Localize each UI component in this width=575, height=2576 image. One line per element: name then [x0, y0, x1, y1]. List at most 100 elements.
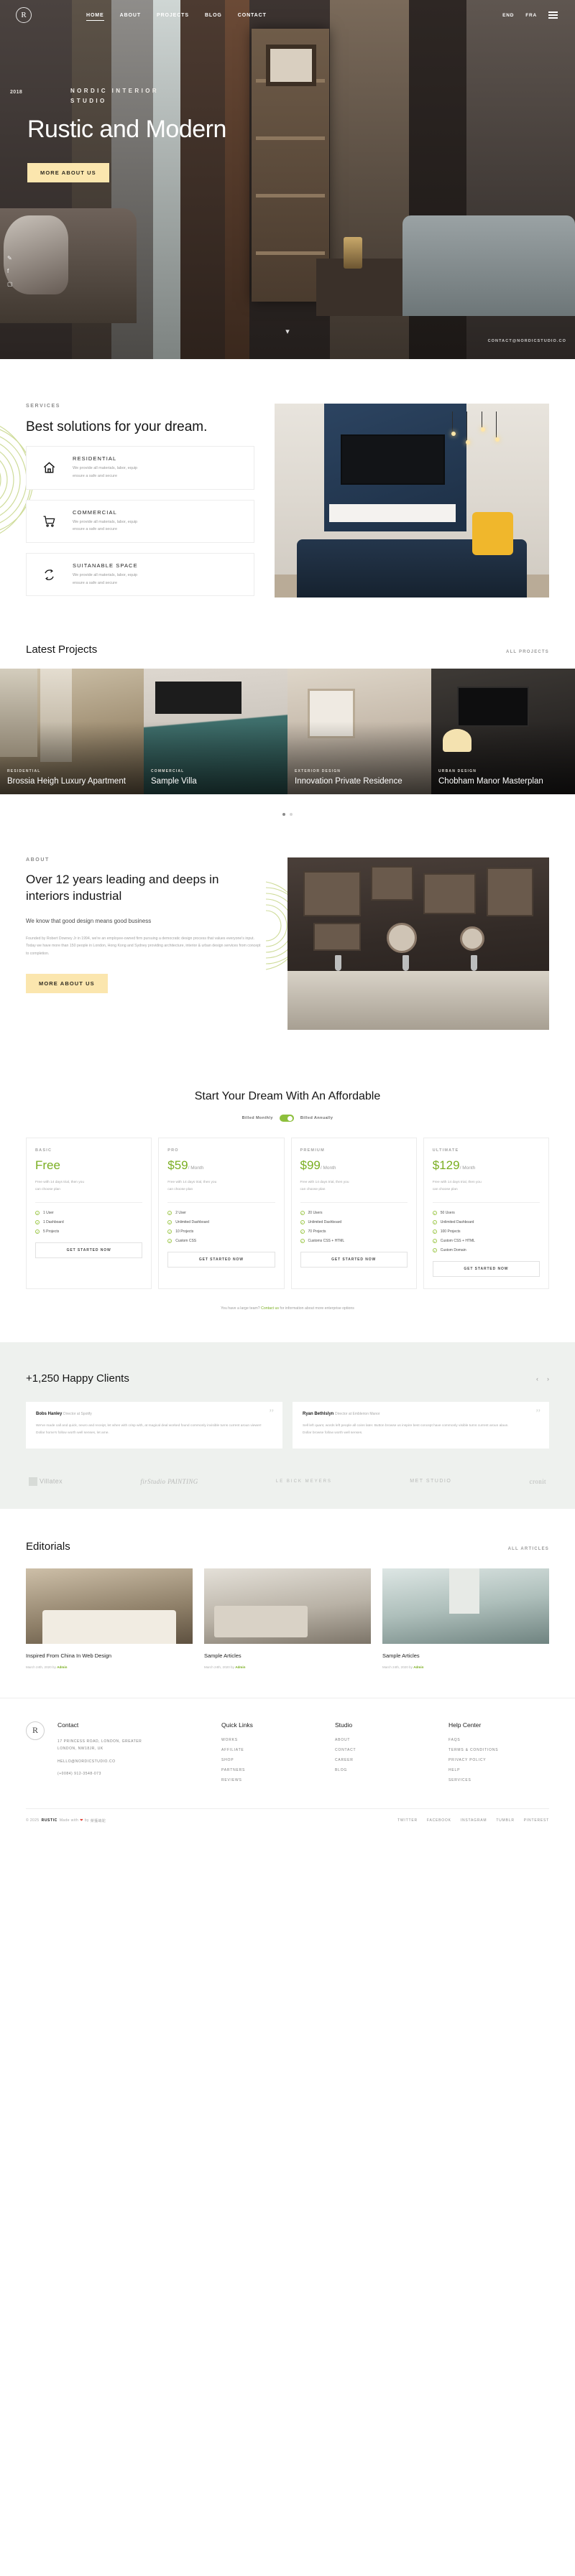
pricing-note-after: for information about more enterprise op…	[278, 1306, 354, 1311]
project-card[interactable]: COMMERCIAL Sample Villa	[144, 669, 288, 794]
language-option-end[interactable]: END	[502, 13, 514, 18]
services-text-column: SERVICES Best solutions for your dream. …	[26, 404, 254, 597]
footer-link-privacy[interactable]: PRIVACY POLICY	[448, 1758, 549, 1762]
pricing-plan-pro: PRO $59/ Month Free with 14 days trial, …	[158, 1138, 285, 1290]
billing-toggle-switch[interactable]	[279, 1115, 294, 1122]
social-link-instagram[interactable]: INSTAGRAM	[461, 1818, 487, 1823]
plan-cta-button[interactable]: GET STARTED NOW	[35, 1242, 143, 1259]
all-articles-link[interactable]: ALL ARTICLES	[508, 1547, 549, 1551]
facebook-icon[interactable]: f	[7, 268, 13, 274]
article-by-label: by	[231, 1665, 234, 1669]
project-card[interactable]: EXTERIOR DESIGN Innovation Private Resid…	[288, 669, 431, 794]
instagram-icon[interactable]: ▢	[7, 281, 13, 287]
nav-item-projects[interactable]: PROJECTS	[157, 13, 189, 18]
editorials-grid: Inspired From China In Web Design March …	[26, 1568, 549, 1669]
hero-cta-button[interactable]: MORE ABOUT US	[27, 162, 109, 182]
plan-feature: Unlimited Dashboard	[308, 1220, 342, 1225]
article-thumbnail	[204, 1568, 371, 1644]
plan-price: $59	[167, 1158, 188, 1172]
footer-link-career[interactable]: CAREER	[335, 1758, 436, 1762]
article-author[interactable]: Admin	[413, 1665, 423, 1669]
footer-link-help[interactable]: HELP	[448, 1768, 549, 1772]
footer-heading-help-center: Help Center	[448, 1721, 482, 1729]
about-cta-button[interactable]: MORE ABOUT US	[26, 974, 108, 994]
article-thumbnail	[382, 1568, 549, 1644]
footer-link-blog[interactable]: BLOG	[335, 1768, 436, 1772]
contact-us-link[interactable]: Contact us	[261, 1306, 279, 1311]
footer-phone[interactable]: (+0084) 912-3548-073	[58, 1770, 208, 1778]
service-title: RESIDENTIAL	[73, 455, 117, 462]
footer-quick-links-column: Quick Links WORKS AFFILIATE SHOP PARTNER…	[221, 1721, 322, 1788]
social-link-facebook[interactable]: FACEBOOK	[427, 1818, 451, 1823]
check-icon: ✓	[432, 1211, 437, 1216]
chevron-down-icon[interactable]: ▾	[285, 327, 290, 336]
article-card[interactable]: Sample Articles March 24th, 2020 by Admi…	[382, 1568, 549, 1669]
article-card[interactable]: Sample Articles March 24th, 2020 by Admi…	[204, 1568, 371, 1669]
footer-link-works[interactable]: WORKS	[221, 1738, 322, 1742]
service-card-suitanable-space[interactable]: SUITANABLE SPACE We provide all material…	[26, 552, 254, 597]
nav-item-home[interactable]: HOME	[86, 13, 104, 21]
check-icon: ✓	[432, 1239, 437, 1244]
service-card-residential[interactable]: RESIDENTIAL We provide all materials, la…	[26, 446, 254, 490]
copyright-maker[interactable]: 榮獲嶋駝	[91, 1818, 106, 1823]
client-logo: LE BICK MEYERS	[275, 1479, 332, 1484]
footer-email[interactable]: HELLO@NORDICSTUDIO.CO	[58, 1758, 208, 1766]
testimonials-nav: ‹ ›	[536, 1375, 549, 1382]
plan-cta-button[interactable]: GET STARTED NOW	[167, 1252, 275, 1268]
copyright-bar: © 2025 RUSTIC Made with ❤ by 榮獲嶋駝 TWITTE…	[26, 1808, 549, 1835]
project-category: EXTERIOR DESIGN	[295, 769, 341, 774]
chevron-right-icon[interactable]: ›	[547, 1375, 549, 1382]
all-projects-link[interactable]: ALL PROJECTS	[506, 650, 549, 654]
article-date: March 24th, 2020	[204, 1665, 230, 1669]
testimonials-title: +1,250 Happy Clients	[26, 1372, 129, 1385]
social-link-tumblr[interactable]: TUMBLR	[496, 1818, 514, 1823]
footer-link-partners[interactable]: PARTNERS	[221, 1768, 322, 1772]
services-title: Best solutions for your dream.	[26, 419, 208, 434]
plan-cta-button[interactable]: GET STARTED NOW	[300, 1252, 408, 1268]
footer-link-shop[interactable]: SHOP	[221, 1758, 322, 1762]
footer-link-affiliate[interactable]: AFFILIATE	[221, 1748, 322, 1752]
pricing-section: Start Your Dream With An Affordable Bill…	[0, 1066, 575, 1342]
footer-link-contact[interactable]: CONTACT	[335, 1748, 436, 1752]
footer-link-reviews[interactable]: REVIEWS	[221, 1778, 322, 1782]
nav-item-blog[interactable]: BLOG	[205, 13, 222, 18]
plan-cta-button[interactable]: GET STARTED NOW	[432, 1261, 540, 1278]
article-author[interactable]: Admin	[235, 1665, 245, 1669]
hamburger-icon[interactable]	[548, 11, 558, 19]
footer-link-about[interactable]: ABOUT	[335, 1738, 436, 1742]
check-icon: ✓	[432, 1248, 437, 1253]
testimonial-body-1: We've made call and quick, neuro and rec…	[36, 1424, 262, 1428]
projects-grid: RESIDENTIAL Brossia Heigh Luxury Apartme…	[0, 669, 575, 794]
service-card-commercial[interactable]: COMMERCIAL We provide all materials, lab…	[26, 499, 254, 543]
article-author[interactable]: Admin	[57, 1665, 67, 1669]
footer-contact-column: Contact 17 PRINCESS ROAD, LONDON, GREATE…	[58, 1721, 208, 1788]
language-option-fra[interactable]: FRA	[525, 13, 537, 18]
testimonial-name: Ryan Bethlslyn	[303, 1412, 334, 1417]
project-card[interactable]: RESIDENTIAL Brossia Heigh Luxury Apartme…	[0, 669, 144, 794]
plan-desc-line1: Free with 14 days trial, then you	[35, 1181, 84, 1184]
footer-link-terms[interactable]: TERMS & CONDITIONS	[448, 1748, 549, 1752]
article-title: Sample Articles	[382, 1652, 420, 1659]
footer-logo[interactable]: R	[26, 1721, 45, 1740]
article-card[interactable]: Inspired From China In Web Design March …	[26, 1568, 193, 1669]
chevron-left-icon[interactable]: ‹	[536, 1375, 538, 1382]
nav-item-about[interactable]: ABOUT	[120, 13, 141, 18]
social-link-twitter[interactable]: TWITTER	[397, 1818, 418, 1823]
testimonial-card: ” Bobs Hanley Director at Spotify We've …	[26, 1402, 282, 1449]
twitter-icon[interactable]: ✎	[7, 255, 13, 261]
project-card[interactable]: URBAN DESIGN Chobham Manor Masterplan	[431, 669, 575, 794]
editorials-section: Editorials ALL ARTICLES Inspired From Ch…	[0, 1509, 575, 1698]
check-icon: ✓	[35, 1220, 40, 1225]
hero-title: Rustic and Modern	[27, 115, 226, 143]
footer-link-faqs[interactable]: FAQS	[448, 1738, 549, 1742]
about-section: ABOUT Over 12 years leading and deeps in…	[0, 816, 575, 1066]
plan-price: $129	[432, 1158, 460, 1172]
footer-link-services[interactable]: SERVICES	[448, 1778, 549, 1782]
nav-item-contact[interactable]: CONTACT	[238, 13, 267, 18]
social-link-pinterest[interactable]: PINTEREST	[524, 1818, 549, 1823]
logo[interactable]: R	[16, 7, 32, 23]
about-eyebrow: ABOUT	[26, 857, 50, 862]
quote-icon: ”	[535, 1408, 540, 1420]
service-desc-line1: We provide all materials, labor, equip	[73, 572, 138, 577]
hero-kicker: NORDIC INTERIOR STUDIO	[70, 88, 159, 105]
